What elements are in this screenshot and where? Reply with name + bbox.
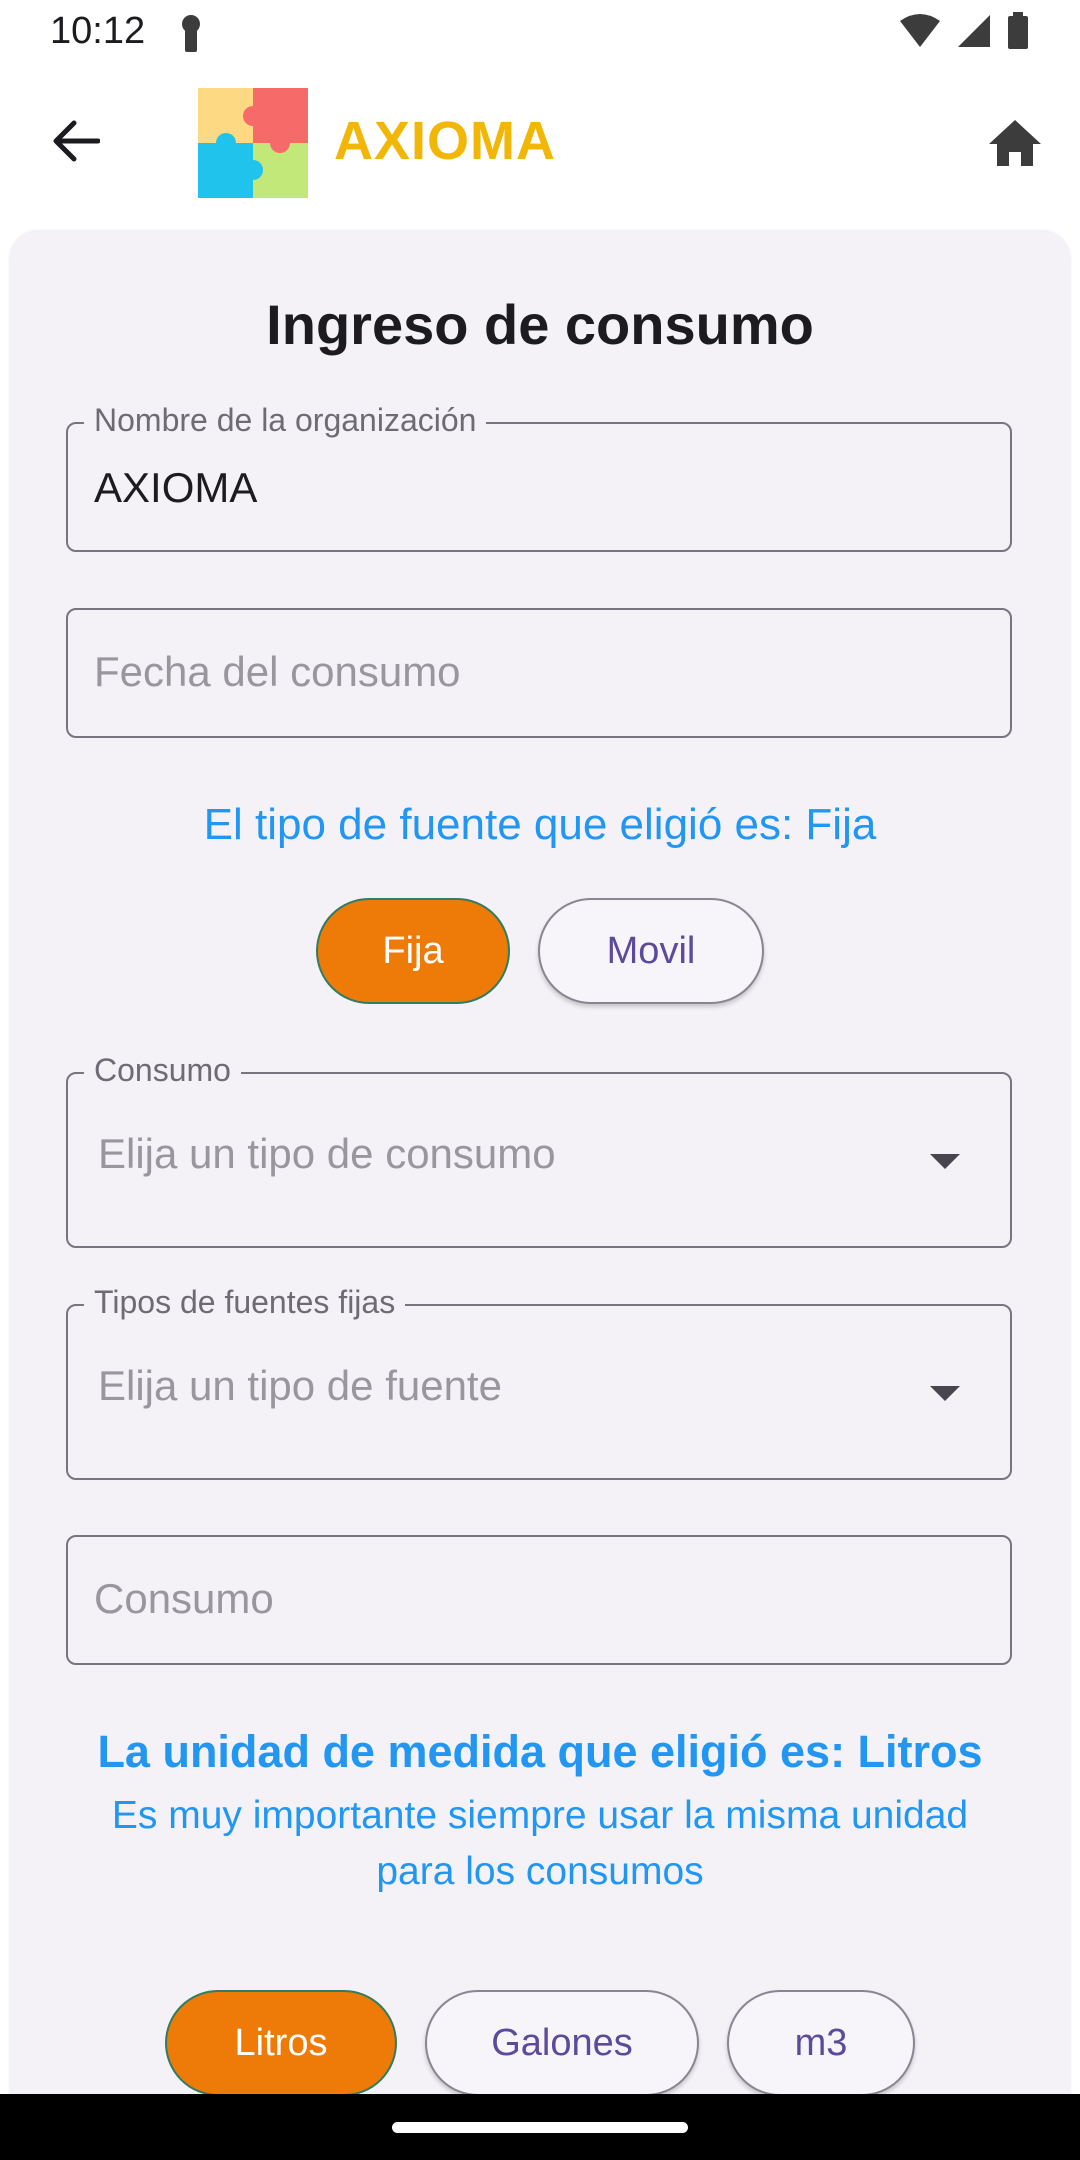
source-fija-button[interactable]: Fija — [316, 898, 510, 1004]
unit-note: Es muy importante siempre usar la misma … — [111, 1794, 969, 1893]
key-notification-icon — [178, 14, 204, 59]
home-icon — [987, 118, 1043, 173]
unit-galones-button[interactable]: Galones — [425, 1990, 699, 2096]
app-title: AXIOMA — [334, 111, 556, 171]
arrow-back-icon — [50, 119, 101, 168]
unit-litros-button[interactable]: Litros — [165, 1990, 397, 2096]
consumption-date-field[interactable]: Fecha del consumo — [66, 608, 1012, 738]
battery-icon — [1006, 12, 1030, 55]
consumption-type-dropdown[interactable]: Consumo Elija un tipo de consumo — [66, 1052, 1012, 1248]
home-button[interactable] — [980, 110, 1050, 180]
chevron-down-icon — [930, 1154, 960, 1169]
status-icons — [898, 12, 1030, 55]
fixed-source-type-placeholder: Elija un tipo de fuente — [98, 1362, 502, 1409]
source-movil-button[interactable]: Movil — [538, 898, 764, 1004]
source-type-info: El tipo de fuente que eligió es: Fija — [203, 800, 877, 849]
chevron-down-icon — [930, 1386, 960, 1401]
organization-name-label: Nombre de la organización — [84, 402, 487, 439]
consumption-date-placeholder: Fecha del consumo — [94, 648, 461, 695]
page-title: Ingreso de consumo — [266, 293, 814, 356]
home-gesture-handle[interactable] — [392, 2122, 688, 2133]
consumption-amount-field[interactable]: Consumo — [66, 1535, 1012, 1665]
fixed-source-type-dropdown[interactable]: Tipos de fuentes fijas Elija un tipo de … — [66, 1284, 1012, 1480]
consumption-amount-placeholder: Consumo — [94, 1575, 274, 1622]
unit-info: La unidad de medida que eligió es: Litro… — [97, 1726, 983, 1777]
organization-name-field[interactable]: Nombre de la organización AXIOMA — [66, 402, 1012, 552]
consumption-type-label: Consumo — [84, 1052, 241, 1089]
unit-m3-button[interactable]: m3 — [727, 1990, 915, 2096]
wifi-icon — [898, 13, 942, 54]
fixed-source-type-label: Tipos de fuentes fijas — [84, 1284, 406, 1321]
puzzle-logo-icon — [198, 88, 308, 198]
back-button[interactable] — [40, 108, 110, 178]
consumption-type-placeholder: Elija un tipo de consumo — [98, 1130, 556, 1177]
signal-icon — [956, 13, 992, 54]
organization-name-value: AXIOMA — [94, 464, 258, 511]
status-time: 10:12 — [50, 10, 146, 52]
